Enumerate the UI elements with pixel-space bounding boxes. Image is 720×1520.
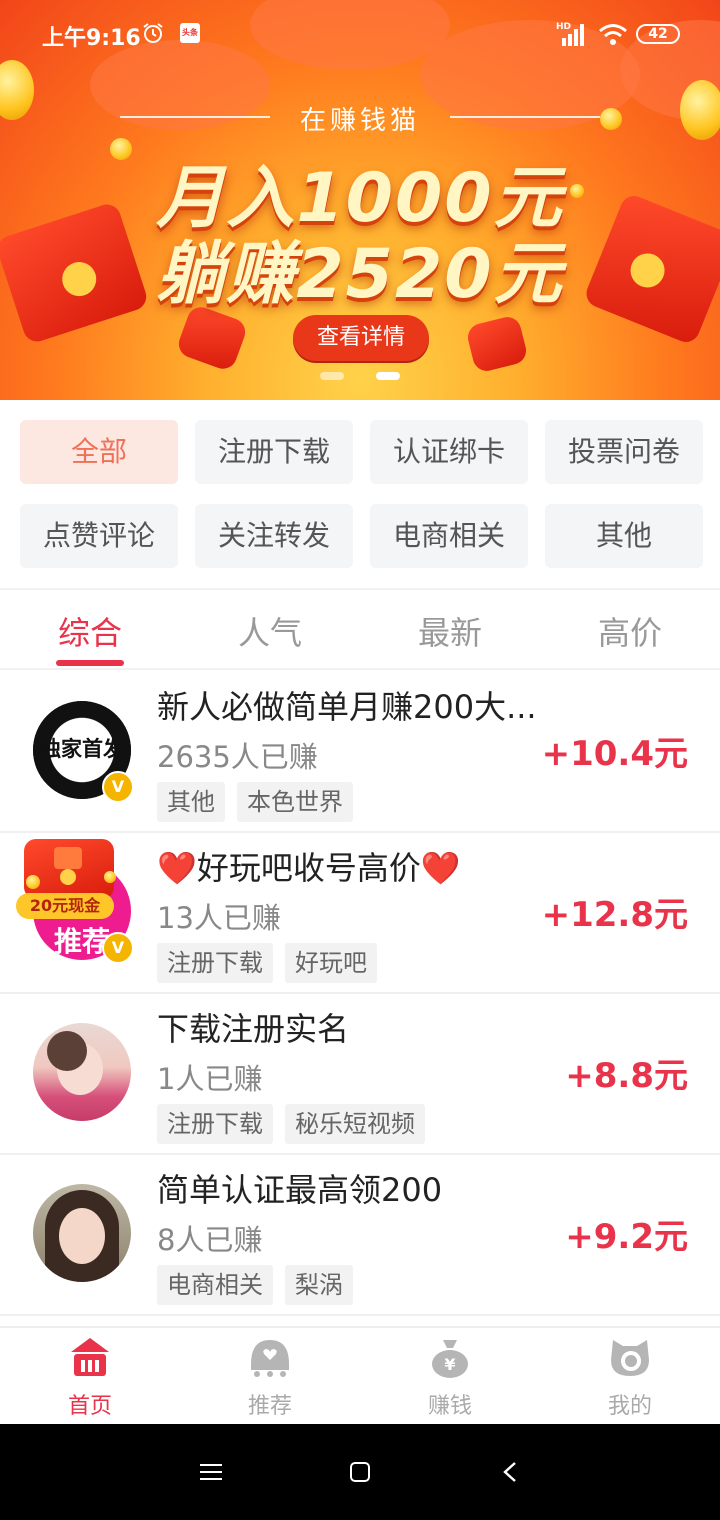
task-row[interactable]: 下载注册实名 1人已赚 注册下载 秘乐短视频 +8.8元 xyxy=(0,992,720,1155)
bottom-nav: 首页 推荐 ¥ 赚钱 我的 xyxy=(0,1326,720,1426)
task-tags: 注册下载 好玩吧 xyxy=(157,943,389,983)
category-all[interactable]: 全部 xyxy=(20,420,178,484)
system-navigation-bar xyxy=(0,1424,720,1520)
category-like-comment[interactable]: 点赞评论 xyxy=(20,504,178,568)
task-reward: +10.4元 xyxy=(541,734,688,774)
promo-banner[interactable]: 上午9:16 头条 HD 42 在赚钱猫 月入1000元 躺赚2520元 查看详… xyxy=(0,0,720,400)
tab-high-price[interactable]: 高价 xyxy=(540,608,720,654)
view-details-button[interactable]: 查看详情 xyxy=(293,315,429,361)
verified-badge-icon: V xyxy=(102,771,134,803)
task-earned-count: 1人已赚 xyxy=(157,1062,263,1096)
category-other[interactable]: 其他 xyxy=(545,504,703,568)
task-title: 新人必做简单月赚200大... xyxy=(157,688,537,726)
nav-earn[interactable]: ¥ 赚钱 xyxy=(360,1328,540,1426)
avatar xyxy=(33,1184,131,1282)
carousel-dot-active[interactable] xyxy=(376,372,400,380)
back-icon[interactable] xyxy=(502,1461,518,1483)
task-reward: +8.8元 xyxy=(565,1056,688,1096)
task-reward: +12.8元 xyxy=(541,895,688,935)
category-register-download[interactable]: 注册下载 xyxy=(195,420,353,484)
task-title: 下载注册实名 xyxy=(157,1010,350,1048)
promo-label: 20元现金 xyxy=(16,893,114,919)
alarm-icon xyxy=(143,23,163,43)
toutiao-app-icon: 头条 xyxy=(180,23,200,43)
tab-popularity[interactable]: 人气 xyxy=(180,608,360,654)
recommend-icon xyxy=(251,1340,289,1377)
banner-subtitle: 在赚钱猫 xyxy=(299,106,420,136)
status-bar: 上午9:16 头条 HD 42 xyxy=(0,0,720,70)
task-tag: 其他 xyxy=(157,782,225,822)
tab-newest[interactable]: 最新 xyxy=(360,608,540,654)
red-envelope-icon xyxy=(24,839,114,899)
task-row[interactable]: 独家首发 V 新人必做简单月赚200大... 2635人已赚 其他 本色世界 +1… xyxy=(0,670,720,833)
task-tag: 本色世界 xyxy=(237,782,353,822)
avatar-text: 独家首发 xyxy=(40,736,124,761)
money-bag-icon: ¥ xyxy=(432,1340,468,1378)
svg-text:¥: ¥ xyxy=(444,1355,455,1374)
category-ecommerce[interactable]: 电商相关 xyxy=(370,504,528,568)
battery-indicator: 42 xyxy=(636,24,680,44)
nav-home[interactable]: 首页 xyxy=(0,1328,180,1426)
carousel-dot[interactable] xyxy=(320,372,344,380)
task-title: ❤️好玩吧收号高价❤️ xyxy=(157,849,461,887)
task-tag: 注册下载 xyxy=(157,943,273,983)
task-tag: 好玩吧 xyxy=(285,943,377,983)
nav-recommend[interactable]: 推荐 xyxy=(180,1328,360,1426)
nav-label: 推荐 xyxy=(247,1394,292,1419)
nav-label: 赚钱 xyxy=(427,1394,472,1419)
nav-mine[interactable]: 我的 xyxy=(540,1328,720,1426)
task-earned-count: 2635人已赚 xyxy=(157,740,318,774)
task-earned-count: 8人已赚 xyxy=(157,1223,263,1257)
task-tag: 秘乐短视频 xyxy=(285,1104,425,1144)
profile-icon xyxy=(611,1340,649,1376)
task-tag: 注册下载 xyxy=(157,1104,273,1144)
nav-label: 我的 xyxy=(607,1394,652,1419)
task-tag: 梨涡 xyxy=(285,1265,353,1305)
tab-comprehensive[interactable]: 综合 xyxy=(0,608,180,654)
task-tags: 其他 本色世界 xyxy=(157,782,365,822)
coin-icon xyxy=(104,871,116,883)
active-tab-indicator xyxy=(56,660,124,666)
home-icon xyxy=(71,1338,109,1376)
status-time: 上午9:16 xyxy=(42,26,141,51)
category-vote-survey[interactable]: 投票问卷 xyxy=(545,420,703,484)
nav-label: 首页 xyxy=(67,1394,112,1419)
divider xyxy=(0,588,720,590)
red-envelope-icon xyxy=(464,314,530,374)
category-follow-share[interactable]: 关注转发 xyxy=(195,504,353,568)
task-tags: 电商相关 梨涡 xyxy=(157,1265,365,1305)
verified-badge-icon: V xyxy=(102,932,134,964)
task-reward: +9.2元 xyxy=(565,1217,688,1257)
task-row[interactable]: 推荐 20元现金 V ❤️好玩吧收号高价❤️ 13人已赚 注册下载 好玩吧 +12… xyxy=(0,831,720,994)
task-tag: 电商相关 xyxy=(157,1265,273,1305)
task-earned-count: 13人已赚 xyxy=(157,901,281,935)
wifi-icon xyxy=(599,24,627,45)
avatar xyxy=(33,1023,131,1121)
coin-icon xyxy=(26,875,40,889)
home-square-icon[interactable] xyxy=(349,1461,371,1483)
task-title: 简单认证最高领200 xyxy=(157,1171,443,1209)
svg-text:HD: HD xyxy=(556,22,571,32)
signal-icon: HD xyxy=(556,22,584,46)
category-verify-bind-card[interactable]: 认证绑卡 xyxy=(370,420,528,484)
menu-icon[interactable] xyxy=(200,1462,222,1482)
banner-headline-2: 躺赚2520元 xyxy=(156,235,564,314)
task-tags: 注册下载 秘乐短视频 xyxy=(157,1104,437,1144)
task-row[interactable]: 简单认证最高领200 8人已赚 电商相关 梨涡 +9.2元 xyxy=(0,1153,720,1316)
